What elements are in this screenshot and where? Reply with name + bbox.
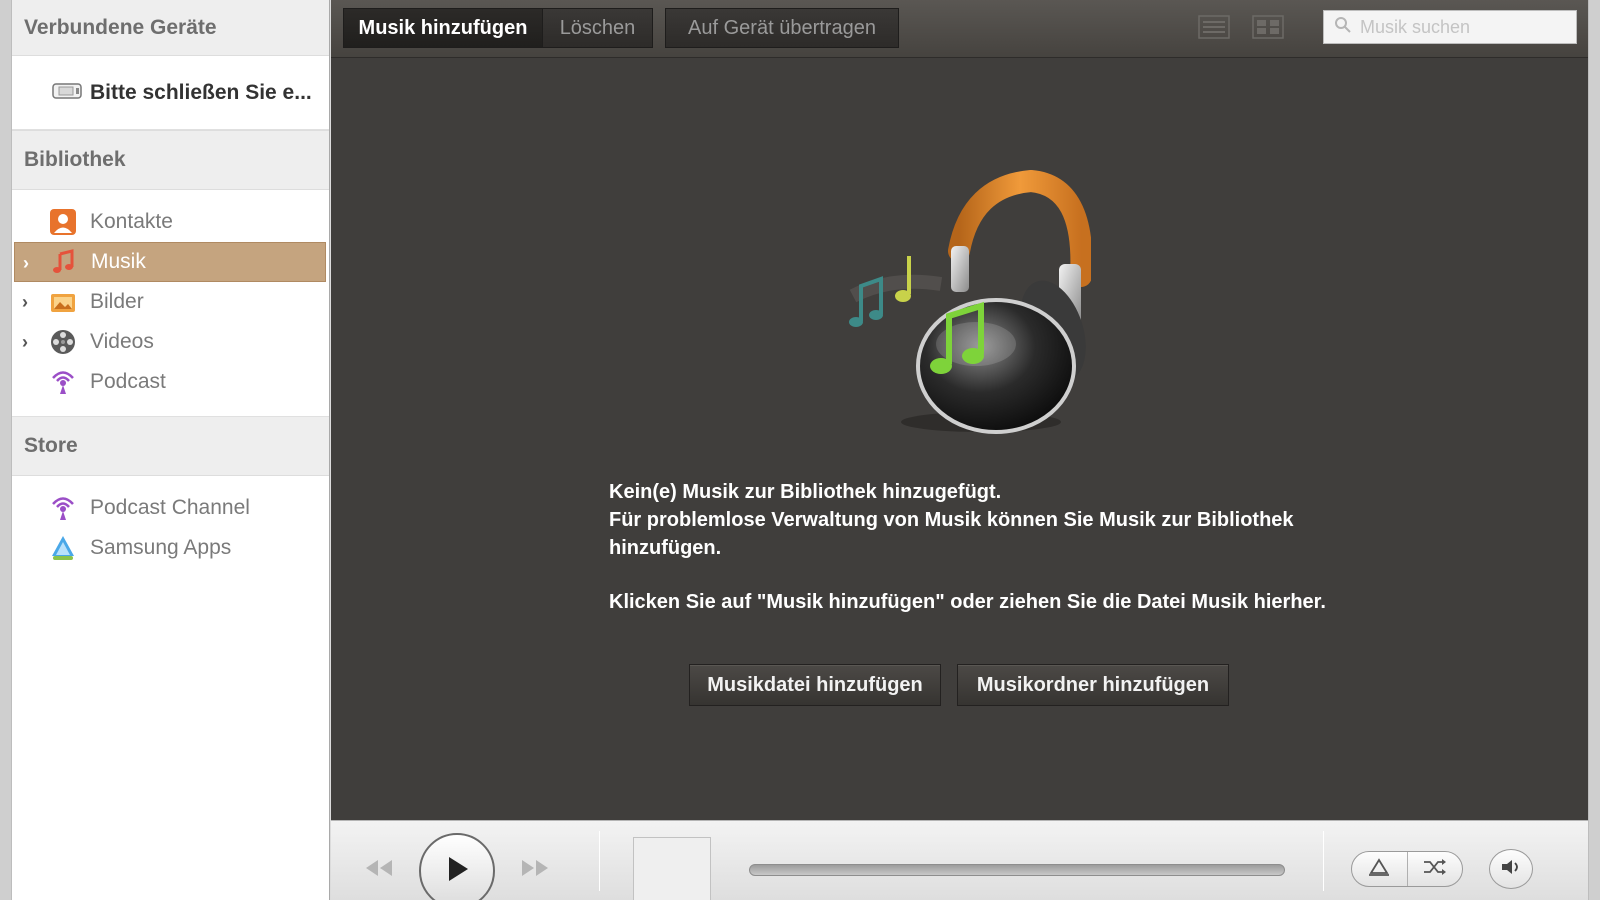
fast-forward-button[interactable] — [515, 855, 555, 885]
sidebar-item-contacts[interactable]: Kontakte — [12, 202, 329, 242]
library-list: Kontakte › Musik › Bilder › Videos Podca… — [12, 190, 329, 416]
library-header: Bibliothek — [12, 130, 329, 190]
music-icon — [49, 247, 79, 277]
play-button[interactable] — [419, 833, 495, 900]
connected-devices-header: Verbundene Geräte — [12, 0, 329, 56]
device-label: Bitte schließen Sie e... — [90, 80, 312, 104]
sidebar-item-label: Podcast Channel — [90, 496, 250, 519]
player-divider — [599, 831, 600, 891]
empty-state-message: Kein(e) Musik zur Bibliothek hinzugefügt… — [609, 478, 1329, 616]
chevron-right-icon[interactable]: › — [23, 253, 39, 273]
pictures-icon — [48, 287, 78, 317]
sidebar-item-music[interactable]: › Musik — [14, 242, 326, 282]
album-art-placeholder — [633, 837, 711, 900]
sidebar-item-label: Bilder — [90, 290, 144, 313]
player-divider — [1323, 831, 1324, 891]
fast-forward-icon — [518, 857, 552, 884]
add-music-file-button[interactable]: Musikdatei hinzufügen — [689, 664, 941, 706]
sidebar-item-podcast[interactable]: Podcast — [12, 362, 329, 402]
sidebar-item-label: Kontakte — [90, 210, 173, 233]
volume-button[interactable] — [1489, 849, 1533, 889]
contacts-icon — [48, 207, 78, 237]
player-bar — [331, 820, 1588, 900]
store-header: Store — [12, 416, 329, 476]
headphones-illustration — [831, 166, 1093, 446]
empty-state-line1: Kein(e) Musik zur Bibliothek hinzugefügt… — [609, 481, 1002, 503]
sidebar-item-label: Musik — [91, 250, 146, 273]
search-icon — [1334, 16, 1352, 39]
device-item[interactable]: Bitte schließen Sie e... — [12, 56, 329, 130]
toolbar: Musik hinzufügen Löschen Auf Gerät übert… — [331, 0, 1588, 58]
sidebar-item-podcast-channel[interactable]: Podcast Channel — [12, 488, 329, 528]
list-view-icon[interactable] — [1197, 14, 1231, 40]
chevron-right-icon[interactable]: › — [22, 332, 38, 352]
main-panel: Musik hinzufügen Löschen Auf Gerät übert… — [331, 0, 1588, 900]
add-music-folder-button[interactable]: Musikordner hinzufügen — [957, 664, 1229, 706]
samsung-apps-icon — [48, 533, 78, 563]
rewind-icon — [362, 857, 396, 884]
playback-mode-group — [1351, 851, 1463, 887]
sidebar: Verbundene Geräte Bitte schließen Sie e.… — [12, 0, 330, 900]
search-input[interactable] — [1360, 16, 1560, 38]
chevron-right-icon[interactable]: › — [22, 292, 38, 312]
shuffle-icon — [1422, 857, 1448, 882]
progress-bar[interactable] — [749, 864, 1285, 876]
repeat-icon — [1367, 857, 1391, 882]
repeat-button[interactable] — [1352, 852, 1408, 886]
empty-state-line3: Klicken Sie auf "Musik hinzufügen" oder … — [609, 591, 1326, 613]
sidebar-item-label: Podcast — [90, 370, 166, 393]
empty-state-line2: Für problemlose Verwaltung von Musik kön… — [609, 509, 1294, 559]
speaker-icon — [1499, 857, 1523, 882]
sidebar-item-label: Videos — [90, 330, 154, 353]
empty-library-area: Kein(e) Musik zur Bibliothek hinzugefügt… — [331, 58, 1588, 820]
sidebar-item-label: Samsung Apps — [90, 536, 232, 559]
window-frame-left — [0, 0, 12, 900]
delete-button[interactable]: Löschen — [542, 8, 653, 48]
play-icon — [442, 853, 472, 890]
rewind-button[interactable] — [359, 855, 399, 885]
sidebar-item-samsung-apps[interactable]: Samsung Apps — [12, 528, 329, 568]
window-frame-right — [1588, 0, 1600, 900]
transfer-to-device-button[interactable]: Auf Gerät übertragen — [665, 8, 899, 48]
shuffle-button[interactable] — [1408, 852, 1463, 886]
sidebar-item-videos[interactable]: › Videos — [12, 322, 329, 362]
sidebar-item-pictures[interactable]: › Bilder — [12, 282, 329, 322]
podcast-icon — [48, 367, 78, 397]
videos-icon — [48, 327, 78, 357]
add-music-button[interactable]: Musik hinzufügen — [343, 8, 543, 48]
search-box[interactable] — [1323, 10, 1577, 44]
store-list: Podcast Channel Samsung Apps — [12, 476, 329, 582]
grid-view-icon[interactable] — [1251, 14, 1285, 40]
device-icon — [50, 78, 84, 107]
podcast-channel-icon — [48, 493, 78, 523]
